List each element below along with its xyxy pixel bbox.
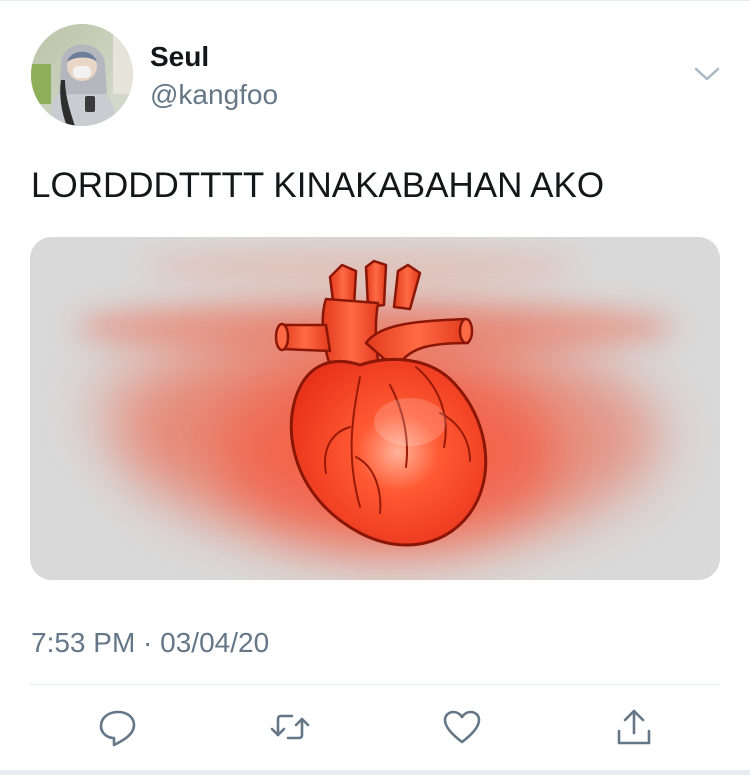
retweet-arrows-icon [270, 714, 310, 740]
top-divider [0, 0, 750, 1]
tweet-timestamp[interactable]: 7:53 PM · 03/04/20 [31, 626, 269, 660]
bottom-divider [0, 770, 750, 775]
share-button[interactable] [612, 705, 656, 749]
share-upload-icon [617, 709, 651, 745]
like-button[interactable] [440, 705, 484, 749]
actions-divider [30, 684, 720, 685]
tweet-media-image[interactable] [30, 237, 720, 580]
tweet-text: LORDDDTTTT KINAKABAHAN AKO [31, 166, 605, 205]
profile-photo [31, 24, 133, 126]
speech-bubble-icon [99, 710, 136, 747]
author-handle[interactable]: @kangfoo [150, 78, 278, 112]
author-display-name[interactable]: Seul [150, 40, 209, 74]
tweet-action-bar [0, 705, 750, 753]
chevron-down-icon[interactable] [692, 62, 722, 86]
anatomical-heart-illustration [30, 237, 720, 580]
avatar[interactable] [31, 24, 133, 126]
heart-outline-icon [443, 710, 481, 744]
reply-button[interactable] [96, 705, 140, 749]
retweet-button[interactable] [268, 705, 312, 749]
